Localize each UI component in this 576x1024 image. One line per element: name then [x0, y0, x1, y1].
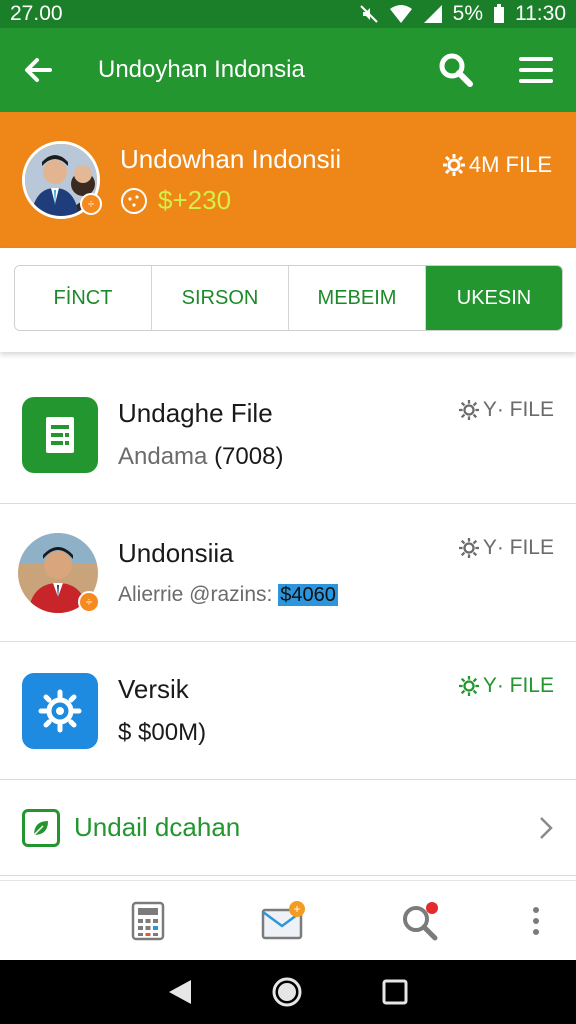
profile-file-label: 4M FILE	[468, 152, 552, 177]
tab-mebeim[interactable]: MEBEIM	[289, 266, 426, 330]
gear-icon	[22, 672, 98, 749]
item-meta-label: Y· FILE	[482, 398, 554, 421]
more-vertical-icon	[533, 906, 539, 935]
leaf-icon	[22, 808, 60, 847]
gear-icon	[458, 400, 479, 420]
battery-percent: 5%	[452, 2, 483, 25]
system-nav-bar	[0, 960, 576, 1024]
profile-header: ÷ Undowhan Indonsii $+230 4M FILE	[0, 112, 576, 248]
back-button[interactable]	[0, 28, 76, 112]
nav-search[interactable]	[352, 881, 488, 961]
item-subtitle: Alierrie @razins:	[118, 583, 273, 606]
tab-finct[interactable]: FİNCT	[15, 266, 152, 330]
list-item[interactable]: ÷ Undonsiia Alierrie @razins: $4060 Y· F…	[0, 504, 576, 642]
link-row[interactable]: Undail dcahan	[0, 780, 576, 876]
status-time-right: 11:30	[515, 2, 566, 25]
app-bar: Undoyhan Indonsia	[0, 28, 576, 112]
item-value: $00M)	[138, 719, 207, 746]
document-icon	[22, 396, 98, 473]
chevron-right-icon	[540, 816, 553, 839]
item-list: Undaghe File Andama (7008) Y· FILE ÷ Und…	[0, 366, 576, 876]
svg-text:+: +	[293, 902, 300, 916]
profile-balance: $+230	[158, 185, 232, 215]
search-icon	[439, 53, 473, 87]
avatar-badge-icon: ÷	[78, 590, 100, 613]
list-item[interactable]: Versik $ $00M) Y· FILE	[0, 642, 576, 780]
profile-avatar-container[interactable]: ÷	[22, 141, 102, 219]
app-title: Undoyhan Indonsia	[98, 56, 305, 83]
back-triangle-icon[interactable]	[167, 978, 193, 1006]
profile-file-badge[interactable]: 4M FILE	[442, 152, 552, 178]
wifi-icon	[389, 4, 413, 24]
avatar: ÷	[18, 532, 100, 613]
nav-more[interactable]	[496, 881, 576, 961]
mail-icon: +	[261, 900, 305, 939]
home-circle-icon[interactable]	[271, 976, 303, 1008]
signal-icon	[423, 4, 443, 24]
menu-button[interactable]	[496, 28, 576, 112]
item-meta-label: Y· FILE	[482, 536, 554, 559]
search-icon	[403, 901, 438, 940]
link-label: Undail dcahan	[74, 812, 241, 842]
item-meta: Y· FILE	[458, 674, 554, 698]
gear-icon	[458, 676, 479, 696]
segmented-tabs: FİNCT SIRSON MEBEIM UKESIN	[14, 265, 563, 331]
recents-square-icon[interactable]	[381, 978, 409, 1006]
avatar-badge-icon: ÷	[80, 193, 102, 215]
tab-ukesin[interactable]: UKESIN	[426, 266, 562, 330]
item-meta: Y· FILE	[458, 536, 554, 560]
tabs-container: FİNCT SIRSON MEBEIM UKESIN	[0, 248, 576, 352]
calculator-icon	[131, 901, 165, 940]
coin-icon	[121, 187, 147, 214]
item-meta-label: Y· FILE	[482, 674, 554, 697]
status-bar: 27.00 5% 11:30	[0, 0, 576, 28]
gear-icon	[442, 154, 465, 176]
profile-name: Undowhan Indonsii	[120, 144, 342, 174]
item-meta: Y· FILE	[458, 398, 554, 422]
item-subtitle: Andama	[118, 443, 208, 470]
search-button[interactable]	[416, 28, 496, 112]
bottom-nav: +	[0, 880, 576, 960]
item-value: (7008)	[214, 443, 284, 470]
nav-mail[interactable]: +	[216, 881, 352, 961]
item-value: $4060	[278, 584, 338, 606]
list-item[interactable]: Undaghe File Andama (7008) Y· FILE	[0, 366, 576, 504]
item-subtitle: $	[118, 719, 132, 746]
status-time-left: 27.00	[10, 2, 63, 25]
battery-icon	[493, 4, 505, 24]
mute-icon	[359, 4, 379, 24]
menu-icon	[519, 57, 553, 83]
tab-sirson[interactable]: SIRSON	[152, 266, 289, 330]
gear-icon	[458, 538, 479, 558]
nav-calculator[interactable]	[80, 881, 216, 961]
back-arrow-icon	[25, 58, 52, 82]
profile-balance-row: $+230	[120, 185, 443, 216]
